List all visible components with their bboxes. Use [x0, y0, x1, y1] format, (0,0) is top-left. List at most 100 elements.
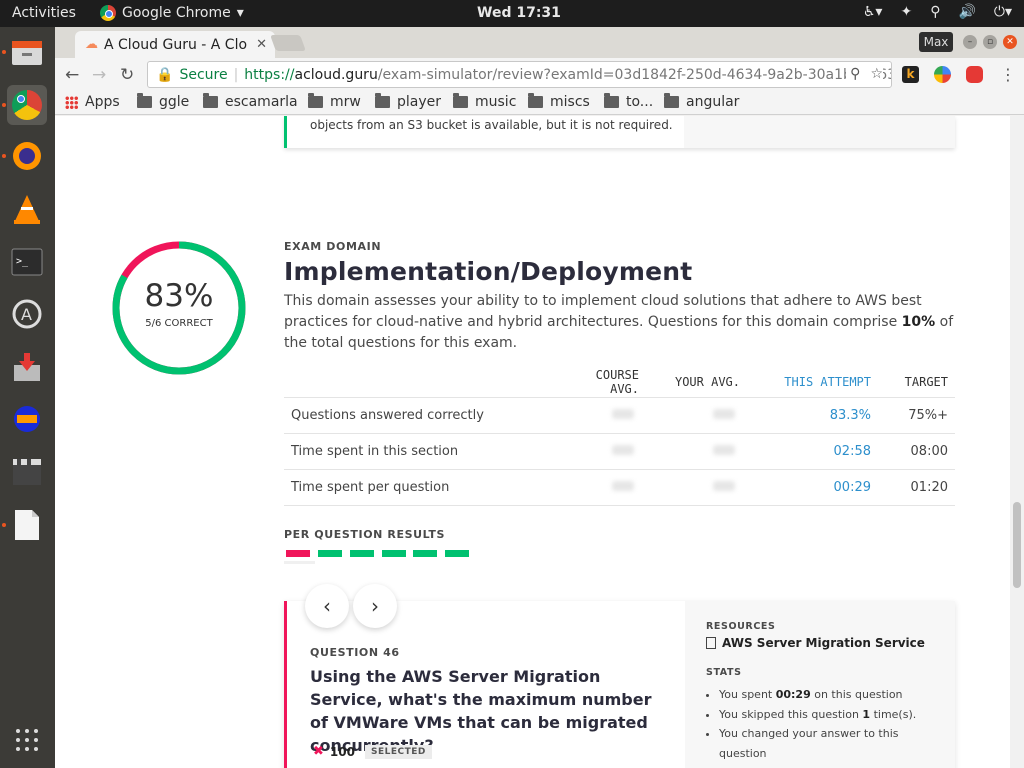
tab-close-icon[interactable]: ✕ [256, 37, 267, 52]
stat-text: time(s). [870, 707, 917, 721]
extension-color-icon[interactable] [934, 66, 951, 83]
vlc-app-icon[interactable] [7, 189, 47, 229]
maximize-icon[interactable]: ▫ [983, 35, 997, 49]
stat-name: Time spent in this section [284, 433, 574, 470]
bookmark-apps[interactable]: Apps [65, 94, 120, 110]
launcher-dock: >_ A [0, 27, 55, 768]
stat-this-attempt: 83.3% [740, 397, 871, 434]
stat-text: on this question [810, 688, 903, 701]
folder-icon [453, 93, 468, 108]
bookmark-folder[interactable]: mrw [308, 93, 361, 110]
firefox-app-icon[interactable] [7, 136, 47, 176]
answer-value: 100 [329, 744, 355, 759]
clock[interactable]: Wed 17:31 [477, 5, 561, 21]
extension-k-icon[interactable]: k [902, 66, 919, 83]
bookmark-folder[interactable]: miscs [528, 93, 590, 110]
question-result-correct[interactable] [318, 550, 342, 557]
forward-arrow-icon[interactable]: → [92, 65, 106, 85]
menu-kebab-icon[interactable]: ⋮ [1000, 65, 1016, 84]
installer-app-icon[interactable] [7, 347, 47, 387]
bookmark-folder[interactable]: escamarla [203, 93, 298, 110]
chevron-right-icon: › [371, 594, 379, 618]
browser-toolbar: ← → ↻ 🔒 Secure | https:// acloud.guru /e… [55, 58, 1024, 91]
new-tab-button[interactable] [270, 35, 306, 51]
domain-stats-table: COURSE AVG. YOUR AVG. THIS ATTEMPT TARGE… [284, 367, 955, 506]
browser-tab[interactable]: ☁ A Cloud Guru - A Clo ✕ [75, 31, 275, 58]
stats-header-this-attempt: THIS ATTEMPT [740, 367, 871, 398]
score-correct-count: 5/6 CORRECT [145, 318, 213, 329]
zoom-search-icon[interactable]: ⚲ [850, 66, 860, 82]
app-menu[interactable]: Google Chrome ▾ [100, 5, 244, 21]
chrome-app-icon[interactable] [7, 85, 47, 125]
question-stats-list: You spent 00:29 on this question You ski… [719, 685, 944, 763]
question-result-correct[interactable] [445, 550, 469, 557]
stat-your-avg-hidden [639, 469, 740, 506]
document-app-icon[interactable] [7, 505, 47, 545]
cloud-favicon-icon: ☁ [85, 37, 98, 52]
per-question-label: PER QUESTION RESULTS [284, 528, 446, 541]
dropbox-icon[interactable]: ✦ [900, 4, 912, 20]
question-number: QUESTION 46 [310, 646, 400, 659]
bookmark-folder[interactable]: music [453, 93, 516, 110]
resource-link[interactable]: AWS Server Migration Service [706, 636, 925, 650]
bookmark-label: miscs [550, 94, 590, 110]
activities-button[interactable]: Activities [12, 5, 76, 21]
minimize-icon[interactable]: – [963, 35, 977, 49]
domain-title: Implementation/Deployment [284, 257, 693, 286]
profile-button[interactable]: Max [919, 32, 953, 52]
previous-question-button[interactable]: ‹ [305, 584, 349, 628]
resources-label: RESOURCES [706, 621, 776, 632]
correct-indicator-bar [284, 116, 287, 148]
close-window-icon[interactable]: ✕ [1003, 35, 1017, 49]
reload-icon[interactable]: ↻ [120, 65, 134, 85]
show-applications-icon[interactable] [7, 720, 47, 760]
running-indicator [2, 50, 6, 54]
url-host: acloud.guru [294, 66, 378, 83]
stat-target: 75%+ [871, 397, 955, 434]
files-app-icon[interactable] [7, 32, 47, 72]
bookmark-folder[interactable]: ggle [137, 93, 190, 110]
question-result-incorrect[interactable] [286, 550, 310, 557]
bookmark-star-icon[interactable]: ☆ [870, 66, 883, 82]
volume-icon[interactable]: 🔊 [958, 4, 975, 20]
folder-icon [308, 93, 323, 108]
accessibility-icon[interactable]: ♿▾ [863, 4, 883, 20]
question-result-correct[interactable] [350, 550, 374, 557]
back-arrow-icon[interactable]: ← [65, 65, 79, 85]
bookmark-label: to... [626, 94, 654, 110]
selected-badge: SELECTED [364, 744, 432, 759]
resource-link-text: AWS Server Migration Service [722, 636, 925, 650]
folder-icon [137, 93, 152, 108]
stat-text: You skipped this question [719, 707, 863, 721]
stat-target: 01:20 [871, 469, 955, 506]
question-result-correct[interactable] [382, 550, 406, 557]
exam-domain-label: EXAM DOMAIN [284, 240, 382, 253]
software-updater-icon[interactable]: A [7, 294, 47, 334]
system-tray[interactable]: ♿▾ ✦ ⚲ 🔊 ⏻▾ [863, 4, 1012, 20]
address-bar[interactable]: 🔒 Secure | https:// acloud.guru /exam-si… [147, 61, 892, 88]
audacity-app-icon[interactable] [7, 399, 47, 439]
power-icon[interactable]: ⏻▾ [994, 4, 1012, 20]
page-content[interactable]: objects from an S3 bucket is available, … [55, 116, 1010, 768]
bookmark-folder[interactable]: angular [664, 93, 739, 110]
previous-answer-text: objects from an S3 bucket is available, … [310, 118, 673, 132]
extension-youtube-icon[interactable] [966, 66, 983, 83]
stat-value: 1 [862, 707, 871, 721]
bookmark-label: ggle [159, 94, 190, 110]
bookmark-label: player [397, 94, 442, 110]
page-scrollbar[interactable] [1010, 116, 1024, 768]
list-item: You skipped this question 1 time(s). [719, 705, 944, 725]
scrollbar-thumb[interactable] [1013, 502, 1021, 588]
tab-title: A Cloud Guru - A Clo [104, 36, 248, 53]
network-icon[interactable]: ⚲ [930, 4, 940, 20]
question-result-correct[interactable] [413, 550, 437, 557]
chevron-down-icon: ▾ [236, 5, 244, 21]
system-top-bar: Activities Google Chrome ▾ Wed 17:31 ♿▾ … [0, 0, 1024, 27]
terminal-app-icon[interactable]: >_ [7, 242, 47, 282]
bookmark-folder[interactable]: player [375, 93, 442, 110]
stat-text: You spent [719, 688, 776, 701]
bookmark-folder[interactable]: to... [604, 93, 654, 110]
next-question-button[interactable]: › [353, 584, 397, 628]
stats-header-your-avg: YOUR AVG. [639, 367, 740, 398]
video-editor-app-icon[interactable] [7, 452, 47, 492]
